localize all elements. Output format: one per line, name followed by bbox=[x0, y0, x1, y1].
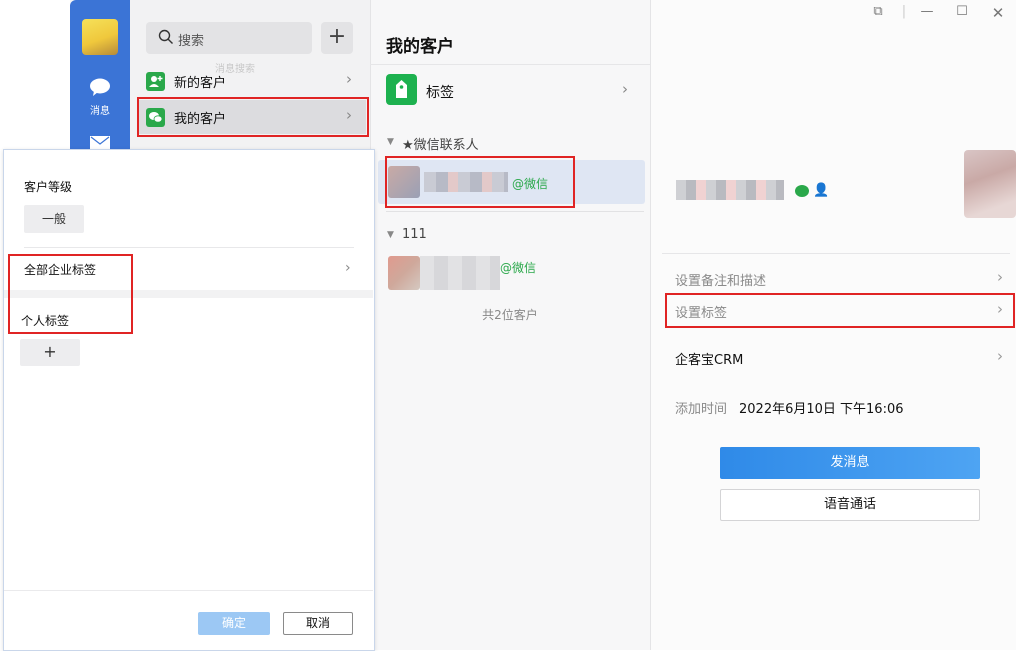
window-divider: | bbox=[901, 4, 907, 19]
close-icon[interactable]: ✕ bbox=[986, 4, 1010, 22]
customer-level-title: 客户等级 bbox=[24, 180, 73, 194]
page-title: 我的客户 bbox=[386, 37, 454, 57]
crm-row[interactable]: 企客宝CRM › bbox=[675, 343, 1011, 373]
divider bbox=[24, 247, 354, 248]
contact-source: @微信 bbox=[500, 261, 537, 275]
customer-level-chip[interactable]: 一般 bbox=[24, 205, 84, 233]
avatar[interactable] bbox=[388, 256, 420, 290]
annotation-box-tags bbox=[8, 254, 133, 334]
row-label: 设置备注和描述 bbox=[675, 274, 767, 289]
divider bbox=[386, 211, 644, 212]
add-personal-tag-button[interactable]: + bbox=[20, 339, 80, 366]
group-header[interactable]: ★微信联系人 bbox=[402, 134, 479, 153]
pin-window-icon[interactable]: ⧉ bbox=[866, 4, 890, 19]
rail-messages-label[interactable]: 消息 bbox=[70, 102, 130, 117]
voice-call-button[interactable]: 语音通话 bbox=[720, 489, 980, 521]
nav-item-new-customers[interactable]: 新的客户 › bbox=[138, 64, 366, 98]
collapse-triangle-icon[interactable]: ▼ bbox=[387, 137, 394, 147]
search-placeholder: 搜索 bbox=[178, 34, 205, 49]
chevron-right-icon[interactable]: › bbox=[345, 260, 351, 276]
wechat-badge-icon bbox=[795, 185, 809, 197]
chevron-right-icon: › bbox=[997, 268, 1003, 286]
tag-row-label[interactable]: 标签 bbox=[426, 82, 454, 102]
chevron-right-icon[interactable]: › bbox=[622, 80, 628, 98]
group-header[interactable]: 111 bbox=[402, 227, 427, 242]
cancel-button[interactable]: 取消 bbox=[283, 612, 353, 635]
add-user-icon bbox=[146, 72, 165, 91]
confirm-button[interactable]: 确定 bbox=[198, 612, 270, 635]
divider bbox=[662, 253, 1010, 254]
annotation-box-contact bbox=[385, 156, 575, 208]
customer-name-blurred bbox=[676, 180, 784, 200]
added-time-label: 添加时间 bbox=[675, 402, 728, 417]
added-time-value: 2022年6月10日 下午16:06 bbox=[739, 402, 904, 417]
send-message-button[interactable]: 发消息 bbox=[720, 447, 980, 479]
search-icon bbox=[158, 29, 173, 44]
maximize-icon[interactable]: ☐ bbox=[950, 4, 974, 19]
contact-name-blurred[interactable] bbox=[420, 256, 500, 290]
person-icon: 👤 bbox=[813, 183, 830, 198]
user-avatar[interactable] bbox=[82, 19, 118, 55]
mail-icon[interactable] bbox=[90, 136, 110, 150]
chevron-right-icon: › bbox=[997, 347, 1003, 365]
row-label: 企客宝CRM bbox=[675, 353, 744, 368]
customer-count: 共2位客户 bbox=[482, 308, 538, 322]
customer-avatar[interactable] bbox=[964, 150, 1016, 218]
minimize-icon[interactable]: — bbox=[915, 4, 939, 19]
chat-bubble-icon[interactable] bbox=[89, 78, 111, 96]
set-remark-row[interactable]: 设置备注和描述 › bbox=[675, 264, 1011, 294]
annotation-box-set-tags bbox=[665, 293, 1015, 328]
chevron-right-icon: › bbox=[346, 70, 352, 88]
add-button[interactable]: + bbox=[321, 22, 353, 54]
nav-item-label: 新的客户 bbox=[174, 76, 227, 91]
divider bbox=[4, 590, 373, 591]
tag-icon[interactable] bbox=[386, 74, 417, 105]
annotation-box-my-customers bbox=[137, 97, 369, 137]
collapse-triangle-icon[interactable]: ▼ bbox=[387, 230, 394, 240]
